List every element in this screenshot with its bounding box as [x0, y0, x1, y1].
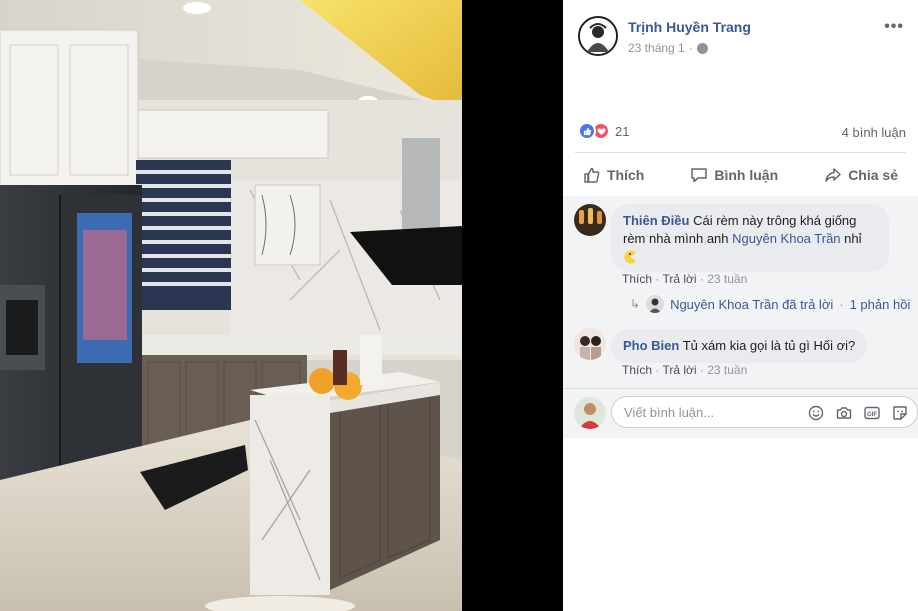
comment-bubble: Thiên Điều Cái rèm này trông khá giống r…	[611, 204, 889, 272]
comment-placeholder: Viết bình luận...	[624, 405, 715, 420]
emoji-icon[interactable]	[807, 404, 825, 422]
comment-time[interactable]: 23 tuần	[707, 363, 747, 377]
comments-section: Thiên Điều Cái rèm này trông khá giống r…	[563, 196, 918, 388]
reply-summary-text: Nguyên Khoa Trần đã trả lời	[670, 296, 834, 312]
commenter-name[interactable]: Pho Bien	[623, 338, 679, 353]
reply-count: 1 phản hồi	[849, 296, 911, 312]
comment-count-link[interactable]: 4 bình luận	[842, 125, 906, 140]
comment-input[interactable]: Viết bình luận... GIF	[611, 396, 918, 428]
comment-button[interactable]: Bình luận	[690, 166, 778, 184]
comment-reply-link[interactable]: Trả lời	[662, 363, 696, 377]
more-icon[interactable]: •••	[884, 18, 904, 36]
author-avatar[interactable]	[578, 16, 618, 56]
comment-text-end: nhỉ	[840, 231, 862, 246]
composer-tools: GIF	[807, 404, 909, 422]
post-action-bar: Thích Bình luận Chia sẻ	[575, 152, 906, 196]
commenter-avatar[interactable]	[574, 204, 606, 236]
comment-time[interactable]: 23 tuần	[707, 272, 747, 286]
sticker-icon[interactable]	[891, 404, 909, 422]
kitchen-photo	[0, 0, 563, 611]
comment-reply-link[interactable]: Trả lời	[662, 272, 696, 286]
post-detail-panel: Trịnh Huyền Trang 23 tháng 1 · ••• 21 4 …	[563, 0, 918, 611]
like-button[interactable]: Thích	[583, 166, 644, 184]
commenter-avatar[interactable]	[574, 328, 606, 360]
comment-meta: Thích · Trả lời · 23 tuần	[622, 363, 748, 377]
reaction-count: 21	[615, 123, 630, 139]
current-user-avatar	[574, 397, 606, 429]
reply-arrow-icon: ↳	[630, 297, 641, 311]
post-header: Trịnh Huyền Trang 23 tháng 1 · •••	[563, 0, 918, 70]
camera-icon[interactable]	[835, 404, 853, 422]
globe-icon	[696, 42, 708, 54]
replies-summary[interactable]: ↳ Nguyên Khoa Trần đã trả lời · 1 phản h…	[630, 295, 910, 313]
reaction-summary[interactable]: 21	[578, 122, 629, 140]
svg-text:GIF: GIF	[867, 412, 877, 418]
share-icon	[825, 167, 841, 182]
commenter-name[interactable]: Thiên Điều	[623, 213, 689, 228]
like-label: Thích	[607, 166, 645, 183]
comment-composer: Viết bình luận... GIF	[563, 388, 918, 438]
comment-like-link[interactable]: Thích	[622, 363, 652, 377]
comment-like-link[interactable]: Thích	[622, 272, 652, 286]
share-label: Chia sẻ	[848, 166, 898, 183]
author-name[interactable]: Trịnh Huyền Trang	[628, 19, 751, 35]
post-photo[interactable]	[0, 0, 563, 611]
gif-icon[interactable]: GIF	[863, 404, 881, 422]
share-button[interactable]: Chia sẻ	[824, 166, 898, 184]
mention-link[interactable]: Nguyên Khoa Trần	[732, 231, 840, 246]
comment-bubble: Pho Bien Tủ xám kia gọi là tủ gì Hối ơi?	[611, 329, 868, 363]
comment-text: Tủ xám kia gọi là tủ gì Hối ơi?	[682, 338, 856, 353]
like-reaction-icon	[578, 122, 596, 140]
pacman-emoji-icon	[623, 250, 637, 264]
post-date[interactable]: 23 tháng 1	[628, 41, 685, 55]
comment-icon	[691, 167, 708, 182]
comment-label: Bình luận	[714, 166, 779, 183]
replier-avatar	[646, 295, 665, 313]
post-meta: 23 tháng 1 ·	[628, 41, 708, 55]
thumbs-up-icon	[584, 167, 600, 183]
comment-meta: Thích · Trả lời · 23 tuần	[622, 272, 748, 286]
